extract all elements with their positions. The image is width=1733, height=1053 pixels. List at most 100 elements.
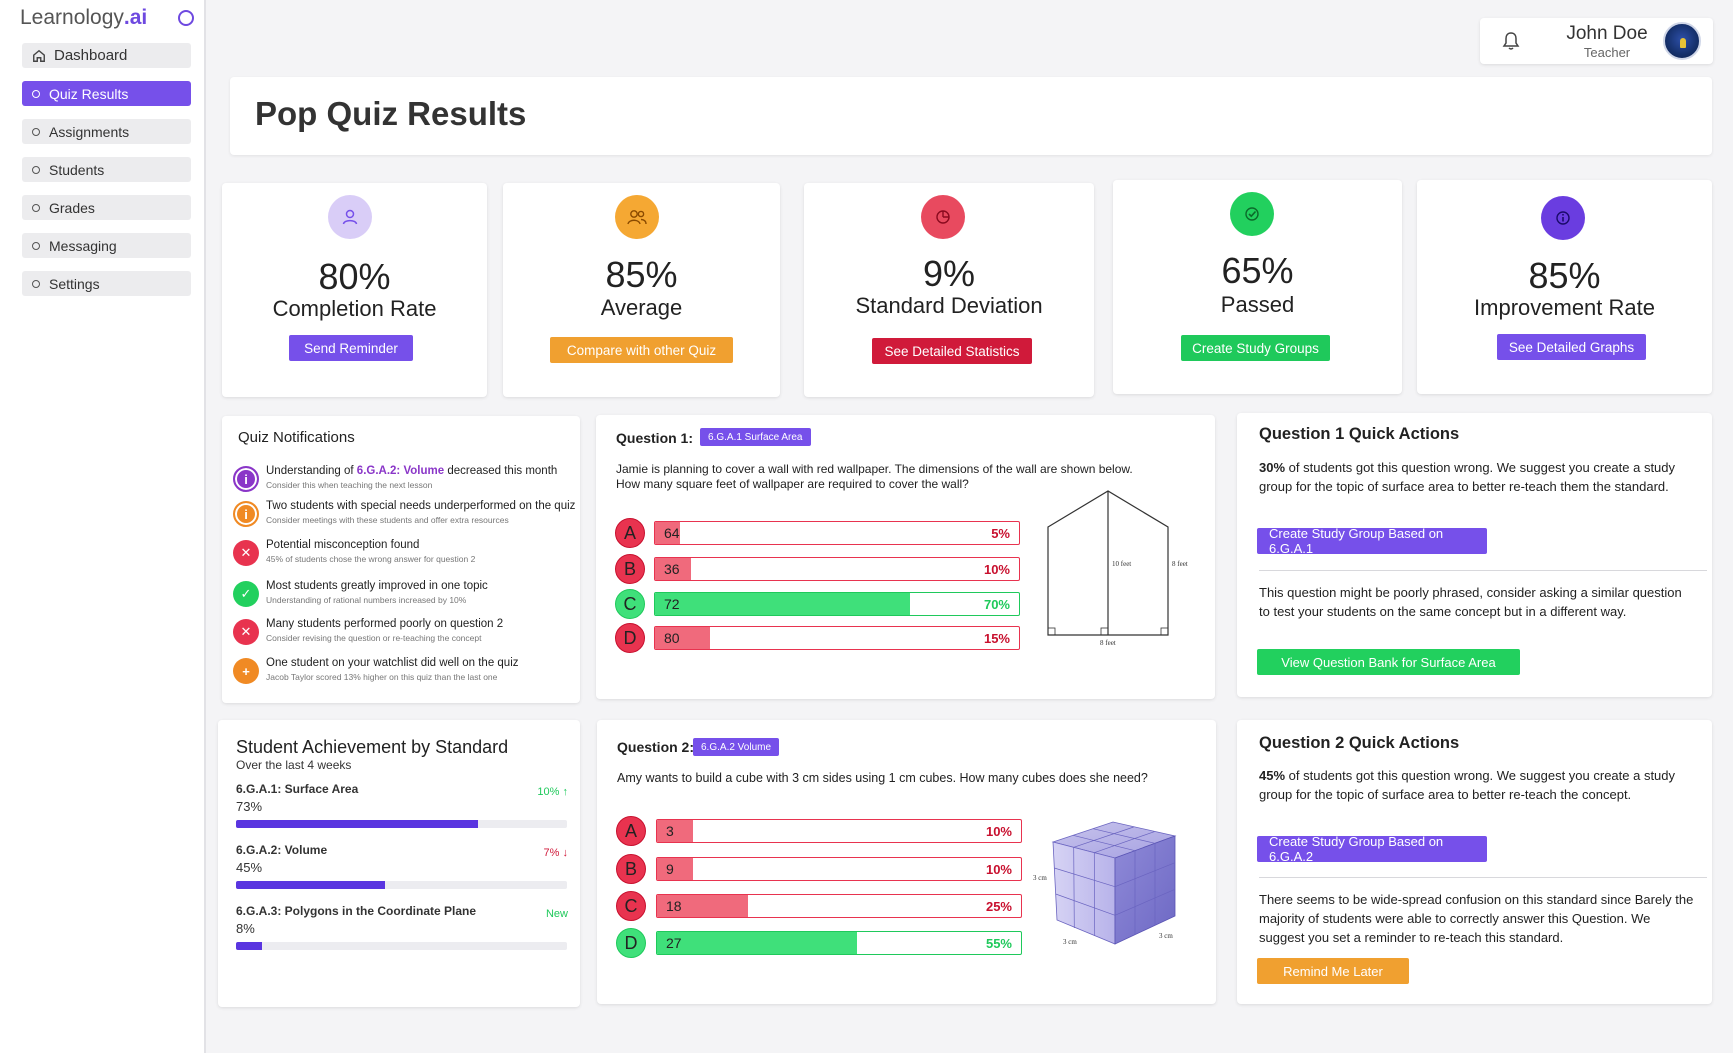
answer-bar[interactable]: 64 5% — [654, 521, 1020, 545]
user-card: John Doe Teacher — [1480, 18, 1713, 64]
answer-letter-a: A — [615, 518, 645, 548]
circle-icon — [32, 203, 40, 212]
progress-track — [236, 942, 567, 950]
standard-tag[interactable]: 6.G.A.2 Volume — [693, 738, 780, 756]
trend-badge: 10% ↑ — [537, 786, 568, 798]
answer-bar[interactable]: 18 25% — [656, 894, 1022, 918]
standard-percent: 45% — [236, 860, 263, 875]
stat-value: 80% — [318, 256, 391, 297]
answer-bar[interactable]: 72 70% — [654, 592, 1020, 616]
user-name: John Doe — [1566, 23, 1648, 44]
create-study-group-6ga2-button[interactable]: Create Study Group Based on 6.G.A.2 — [1257, 834, 1487, 864]
divider — [1259, 877, 1707, 878]
stat-value: 85% — [1528, 255, 1601, 296]
create-study-groups-button[interactable]: Create Study Groups — [1181, 335, 1330, 361]
answer-bar[interactable]: 9 10% — [656, 857, 1022, 881]
sidebar-item-settings[interactable]: Settings — [22, 271, 191, 296]
see-detailed-statistics-button[interactable]: See Detailed Statistics — [872, 338, 1032, 364]
title-card: Pop Quiz Results — [230, 77, 1712, 155]
notification-item[interactable]: i Two students with special needs underpe… — [233, 499, 576, 535]
side-label: 3 cm — [1033, 874, 1047, 882]
home-icon — [33, 49, 45, 62]
notification-subtext: Jacob Taylor scored 13% higher on this q… — [266, 672, 498, 682]
sidebar-item-dashboard[interactable]: Dashboard — [22, 43, 191, 68]
sidebar-item-assignments[interactable]: Assignments — [22, 119, 191, 144]
answer-count: 72 — [664, 596, 680, 612]
answer-letter-b: B — [615, 554, 645, 584]
check-icon: ✓ — [233, 581, 259, 607]
notification-item[interactable]: ✓ Most students greatly improved in one t… — [233, 579, 573, 615]
sidebar-item-label: Quiz Results — [49, 85, 129, 102]
trend-arrow-icon: ↓ — [559, 847, 568, 859]
stat-label: Average — [600, 295, 683, 320]
send-reminder-button[interactable]: Send Reminder — [289, 335, 413, 361]
answer-bar[interactable]: 3 10% — [656, 819, 1022, 843]
answer-count: 9 — [666, 861, 674, 877]
close-icon: ✕ — [233, 540, 259, 566]
standard-tag[interactable]: 6.G.A.1 Surface Area — [700, 428, 811, 446]
standard-name: 6.G.A.1: Surface Area — [236, 782, 359, 796]
base-label: 8 feet — [1100, 639, 1116, 647]
notification-subtext: Consider revising the question or re-tea… — [266, 633, 482, 643]
stat-value: 85% — [605, 254, 678, 295]
create-study-group-6ga1-button[interactable]: Create Study Group Based on 6.G.A.1 — [1257, 526, 1487, 556]
quick-actions-text: 45% of students got this question wrong.… — [1259, 768, 1676, 802]
info-icon: i — [233, 466, 259, 492]
user-icon — [328, 195, 372, 239]
compare-quiz-button[interactable]: Compare with other Quiz — [550, 337, 733, 363]
trend-badge: New — [545, 908, 568, 920]
answer-count: 80 — [664, 630, 680, 646]
avatar[interactable] — [1663, 22, 1701, 60]
answer-bar[interactable]: 27 55% — [656, 931, 1022, 955]
quick-actions-text: 30% of students got this question wrong.… — [1259, 460, 1676, 494]
sidebar-item-quiz-results[interactable]: Quiz Results — [22, 81, 191, 106]
cube-diagram: 3 cm 3 cm 3 cm — [1033, 821, 1177, 946]
notification-text: Most students greatly improved in one to… — [266, 580, 488, 592]
side-label: 8 feet — [1172, 560, 1188, 568]
notification-item[interactable]: + One student on your watchlist did well … — [233, 656, 573, 692]
sidebar: Learnology.ai Dashboard Quiz Results Ass… — [0, 0, 206, 1053]
notification-item[interactable]: ✕ Potential misconception found 45% of stu… — [233, 538, 573, 574]
users-icon — [615, 195, 659, 239]
quick-actions-title: Question 2 Quick Actions — [1259, 734, 1460, 752]
remind-me-later-button[interactable]: Remind Me Later — [1257, 958, 1409, 984]
standard-name: 6.G.A.2: Volume — [236, 843, 328, 857]
question-1-card: Question 1: 6.G.A.1 Surface Area Jamie i… — [596, 415, 1215, 699]
answer-fill — [657, 932, 858, 954]
stat-value: 65% — [1221, 250, 1294, 291]
user-role: Teacher — [1583, 45, 1631, 60]
answer-bar[interactable]: 36 10% — [654, 557, 1020, 581]
notification-item[interactable]: ✕ Many students performed poorly on quest… — [233, 617, 573, 653]
divider — [1259, 570, 1707, 571]
see-detailed-graphs-button[interactable]: See Detailed Graphs — [1497, 334, 1646, 360]
info-icon — [1541, 196, 1585, 240]
sidebar-item-students[interactable]: Students — [22, 157, 191, 182]
progress-track — [236, 881, 567, 889]
notification-text: Potential misconception found — [266, 539, 420, 551]
notification-text: Two students with special needs underper… — [266, 500, 576, 512]
sidebar-item-grades[interactable]: Grades — [22, 195, 191, 220]
stat-label: Passed — [1220, 292, 1295, 317]
page-title: Pop Quiz Results — [255, 95, 527, 132]
circle-icon — [32, 279, 40, 288]
answer-fill — [655, 593, 910, 615]
answer-percent: 10% — [985, 862, 1012, 877]
bell-icon[interactable] — [1502, 31, 1520, 51]
answer-bar[interactable]: 80 15% — [654, 626, 1020, 650]
sidebar-item-messaging[interactable]: Messaging — [22, 233, 191, 258]
sidebar-item-label: Messaging — [49, 237, 117, 254]
pie-chart-icon — [921, 195, 965, 239]
circle-icon — [32, 165, 40, 174]
stat-card-average: 85% Average Compare with other Quiz — [503, 183, 780, 397]
view-question-bank-button[interactable]: View Question Bank for Surface Area — [1257, 649, 1520, 675]
notification-subtext: Consider meetings with these students an… — [266, 515, 509, 525]
brand-logo[interactable]: Learnology.ai — [20, 6, 147, 30]
stat-value: 9% — [922, 253, 976, 294]
question-1-quick-actions-card: Question 1 Quick Actions 30% of students… — [1237, 413, 1712, 697]
answer-letter-b: B — [616, 854, 646, 884]
answer-letter-a: A — [616, 816, 646, 846]
answer-letter-c: C — [616, 891, 646, 921]
notification-item[interactable]: i Understanding of 6.G.A.2: Volume decrea… — [233, 464, 573, 500]
answer-count: 18 — [666, 898, 682, 914]
answer-count: 3 — [666, 823, 674, 839]
